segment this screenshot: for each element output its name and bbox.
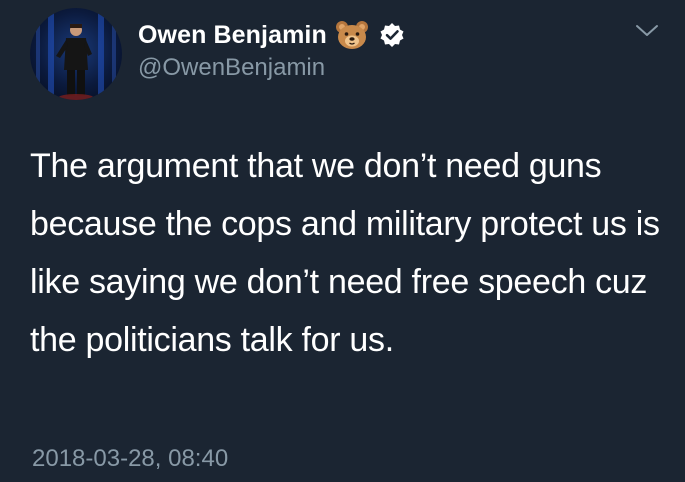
name-row: Owen Benjamin (138, 18, 405, 52)
avatar-image (36, 8, 116, 100)
chevron-down-icon[interactable] (634, 22, 660, 40)
author-block: Owen Benjamin @OwenBenjamin (138, 18, 405, 82)
avatar[interactable] (30, 8, 122, 100)
display-name[interactable]: Owen Benjamin (138, 21, 327, 50)
tweet-text: The argument that we don’t need guns bec… (30, 147, 660, 359)
user-handle[interactable]: @OwenBenjamin (138, 54, 405, 82)
tweet-timestamp[interactable]: 2018-03-28, 08:40 (32, 445, 228, 473)
tweet-card: Owen Benjamin @OwenBenjamin The argument… (0, 0, 685, 482)
bear-face-emoji-icon (335, 21, 368, 49)
verified-check-icon (380, 23, 404, 47)
